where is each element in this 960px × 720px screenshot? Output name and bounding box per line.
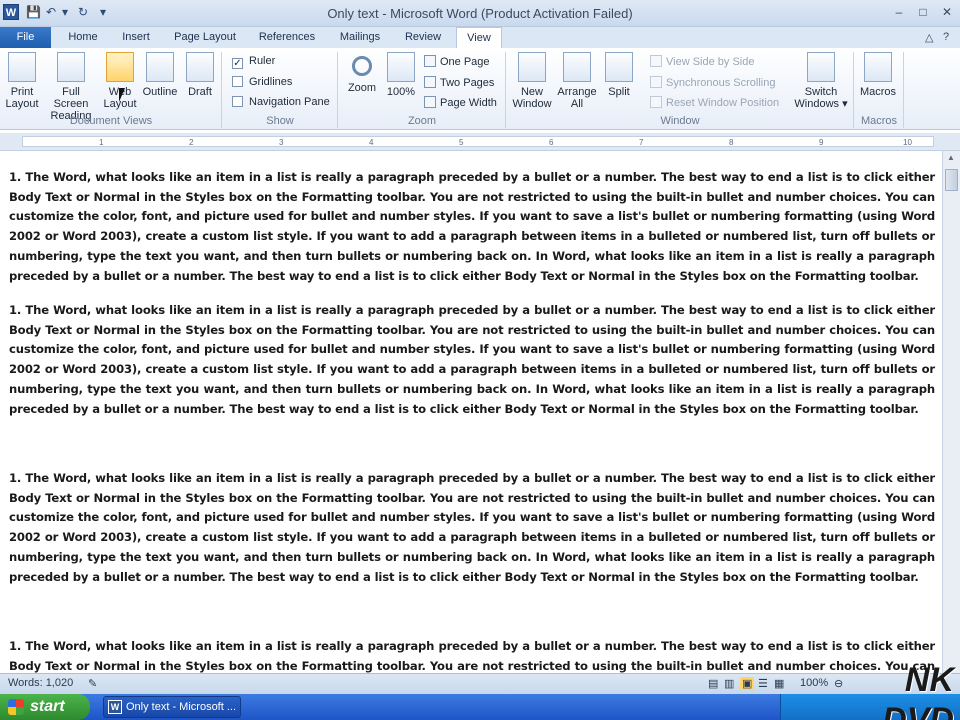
- status-bar: Words: 1,020 ✎ ▤ ▥ ▣ ☰ ▦ 100% ⊖: [0, 673, 960, 694]
- minimize-ribbon-icon[interactable]: △: [925, 31, 933, 44]
- document-paragraph[interactable]: 1. The Word, what looks like an item in …: [9, 469, 935, 587]
- ruler-tick: 6: [549, 138, 554, 147]
- ruler-tick: 3: [279, 138, 284, 147]
- view-full-screen-icon[interactable]: ▥: [724, 677, 734, 690]
- ruler-tick: 2: [189, 138, 194, 147]
- tab-page-layout[interactable]: Page Layout: [170, 27, 240, 48]
- document-views-label: Document Views: [69, 115, 153, 127]
- view-outline-icon[interactable]: ☰: [758, 677, 768, 690]
- minimize-button[interactable]: –: [888, 4, 910, 20]
- start-button[interactable]: start: [0, 694, 90, 720]
- ruler-tick: 7: [639, 138, 644, 147]
- show-label: Show: [266, 115, 294, 127]
- help-icon[interactable]: ?: [943, 31, 949, 43]
- scroll-up-icon[interactable]: ▲: [947, 153, 955, 162]
- close-button[interactable]: ✕: [936, 4, 958, 20]
- taskbar: start W Only text - Microsoft ...: [0, 694, 960, 720]
- window-title: Only text - Microsoft Word (Product Acti…: [327, 6, 633, 21]
- mouse-pointer-icon: [119, 88, 125, 102]
- document-paragraph[interactable]: 1. The Word, what looks like an item in …: [9, 637, 935, 673]
- document-paragraph[interactable]: 1. The Word, what looks like an item in …: [9, 301, 935, 419]
- word-count[interactable]: Words: 1,020: [8, 677, 73, 689]
- ruler-track: 1 2 3 4 5 6 7 8 9 10: [22, 136, 934, 147]
- view-draft-icon[interactable]: ▦: [774, 677, 784, 690]
- title-bar: W 💾 ↶ ▾ ↻ ▾ Only text - Microsoft Word (…: [0, 0, 960, 27]
- maximize-button[interactable]: □: [912, 4, 934, 20]
- tab-view[interactable]: View: [456, 27, 502, 49]
- document-paragraph[interactable]: 1. The Word, what looks like an item in …: [9, 168, 935, 286]
- ruler-tick: 4: [369, 138, 374, 147]
- tab-insert[interactable]: Insert: [114, 27, 158, 48]
- view-print-layout-icon[interactable]: ▤: [708, 677, 718, 690]
- watermark-logo: NK DVD: [882, 661, 954, 720]
- ruler-tick: 9: [819, 138, 824, 147]
- tab-home[interactable]: Home: [62, 27, 104, 48]
- horizontal-ruler[interactable]: 1 2 3 4 5 6 7 8 9 10: [0, 133, 960, 151]
- taskbar-word-window[interactable]: W Only text - Microsoft ...: [103, 696, 241, 718]
- zoom-level[interactable]: 100%: [800, 677, 828, 689]
- zoom-out-icon[interactable]: ⊖: [834, 677, 843, 690]
- document-page[interactable]: 1. The Word, what looks like an item in …: [0, 151, 942, 673]
- vertical-scrollbar[interactable]: ▲: [942, 151, 960, 673]
- ruler-tick: 5: [459, 138, 464, 147]
- ruler-tick: 10: [903, 138, 912, 147]
- ruler-tick: 1: [99, 138, 104, 147]
- tab-mailings[interactable]: Mailings: [334, 27, 386, 48]
- macros-label: Macros: [860, 115, 898, 127]
- scrollbar-thumb[interactable]: [945, 169, 958, 191]
- windows-flag-icon: [8, 699, 24, 715]
- tab-file[interactable]: File: [0, 27, 51, 48]
- view-web-layout-icon[interactable]: ▣: [740, 677, 755, 690]
- window-label: Window: [660, 115, 700, 127]
- zoom-label: Zoom: [407, 115, 437, 127]
- word-taskbar-icon: W: [108, 700, 122, 714]
- tab-references[interactable]: References: [254, 27, 320, 48]
- tab-review[interactable]: Review: [400, 27, 446, 48]
- proofing-icon[interactable]: ✎: [88, 677, 97, 690]
- ruler-tick: 8: [729, 138, 734, 147]
